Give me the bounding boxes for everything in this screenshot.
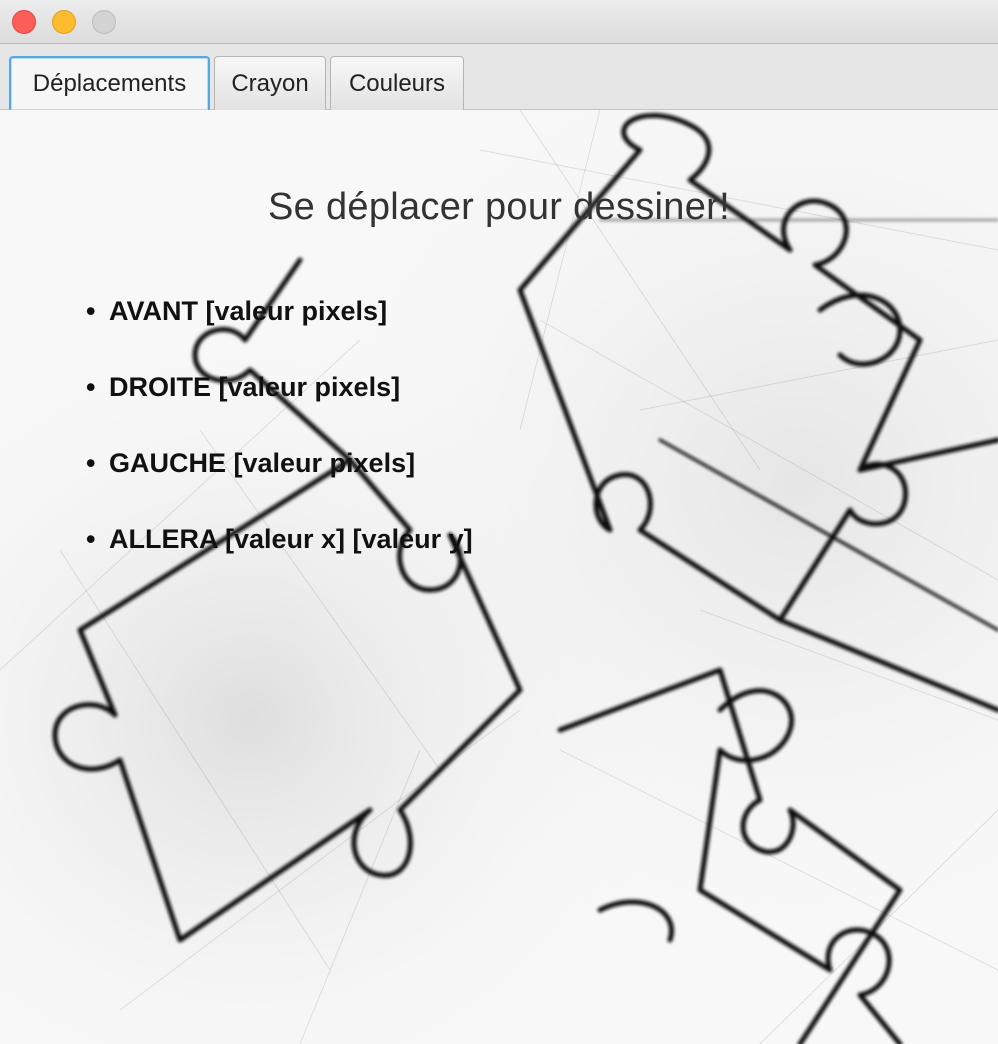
- tab-deplacements[interactable]: Déplacements: [9, 56, 210, 110]
- tab-couleurs[interactable]: Couleurs: [330, 56, 464, 110]
- bullet-icon: •: [86, 448, 96, 478]
- zoom-icon[interactable]: [92, 10, 116, 34]
- bullet-icon: •: [86, 372, 96, 402]
- tab-label: Couleurs: [348, 69, 446, 97]
- command-avant: AVANT [valeur pixels]: [109, 296, 388, 326]
- bullet-icon: •: [86, 524, 96, 554]
- command-list: • AVANT [valeur pixels] • DROITE [valeur…: [86, 296, 473, 600]
- list-item: • AVANT [valeur pixels]: [86, 296, 473, 372]
- command-gauche: GAUCHE [valeur pixels]: [109, 448, 416, 478]
- tab-label: Crayon: [231, 69, 309, 97]
- close-icon[interactable]: [12, 10, 36, 34]
- command-allera: ALLERA [valeur x] [valeur y]: [109, 524, 473, 554]
- app-window: Déplacements Crayon Couleurs Se déplacer…: [0, 0, 998, 1044]
- minimize-icon[interactable]: [52, 10, 76, 34]
- tab-crayon[interactable]: Crayon: [214, 56, 326, 110]
- tab-label: Déplacements: [32, 70, 187, 97]
- list-item: • GAUCHE [valeur pixels]: [86, 448, 473, 524]
- tab-content: Se déplacer pour dessiner! • AVANT [vale…: [0, 110, 998, 1044]
- command-droite: DROITE [valeur pixels]: [109, 372, 401, 402]
- title-bar[interactable]: [0, 0, 998, 44]
- tab-bar: Déplacements Crayon Couleurs: [0, 44, 998, 110]
- list-item: • DROITE [valeur pixels]: [86, 372, 473, 448]
- page-title: Se déplacer pour dessiner!: [268, 186, 730, 228]
- list-item: • ALLERA [valeur x] [valeur y]: [86, 524, 473, 600]
- bullet-icon: •: [86, 296, 96, 326]
